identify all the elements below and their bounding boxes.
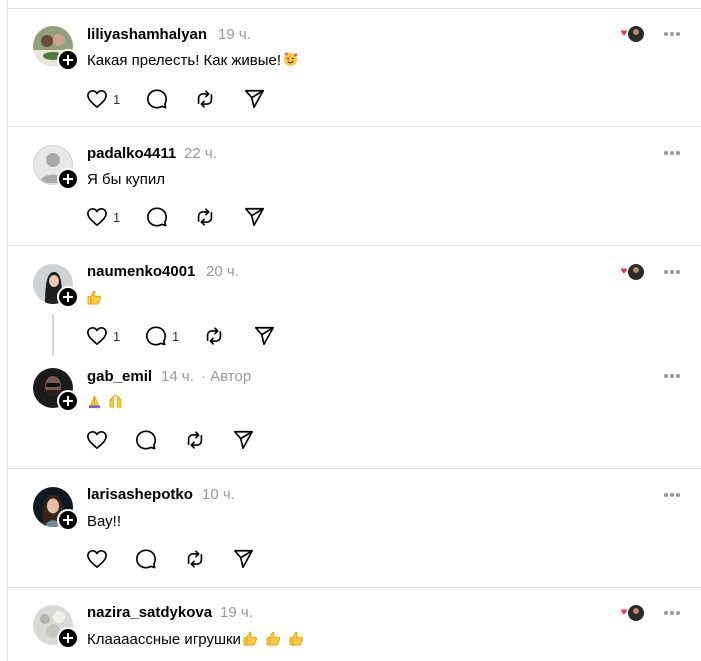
comment-text	[87, 394, 123, 411]
heart-icon	[87, 208, 107, 226]
divider	[8, 245, 701, 246]
reply-button[interactable]	[146, 87, 168, 111]
raising-hands-emoji	[109, 394, 122, 408]
follow-plus-icon[interactable]	[57, 390, 79, 412]
follow-plus-icon[interactable]	[57, 168, 79, 190]
divider	[8, 468, 701, 469]
thumbs-up-emoji	[289, 631, 303, 646]
more-icon[interactable]	[664, 374, 680, 378]
username[interactable]: nazira_satdykova	[87, 604, 212, 621]
reply-button[interactable]	[135, 547, 157, 571]
more-icon[interactable]	[664, 270, 680, 274]
like-count: 1	[113, 209, 121, 225]
liked-by-author-icon	[619, 263, 645, 281]
follow-plus-icon[interactable]	[57, 509, 79, 531]
repost-button[interactable]	[194, 205, 216, 229]
timestamp[interactable]: 14 ч.	[161, 368, 194, 385]
action-bar: 1	[86, 87, 286, 111]
divider	[8, 126, 701, 127]
repost-button[interactable]	[203, 324, 225, 348]
share-button[interactable]	[253, 324, 275, 348]
thumbs-up-emoji	[243, 631, 257, 646]
username[interactable]: larisashepotko	[87, 486, 193, 503]
reply-button[interactable]	[146, 205, 168, 229]
username[interactable]: naumenko4001	[87, 263, 195, 280]
timestamp[interactable]: 19 ч.	[220, 604, 253, 621]
like-count: 1	[113, 91, 121, 107]
heart-icon	[87, 431, 107, 449]
comment-text	[87, 290, 102, 307]
share-button[interactable]	[243, 87, 265, 111]
repost-icon	[197, 90, 213, 108]
thumbs-up-emoji	[87, 290, 101, 305]
comment-icon	[147, 89, 167, 109]
timestamp[interactable]: 20 ч.	[206, 263, 239, 280]
more-icon[interactable]	[664, 493, 680, 497]
action-bar	[86, 428, 286, 452]
username[interactable]: liliyashamhalyan	[87, 26, 207, 43]
like-button[interactable]: 1	[86, 205, 120, 229]
share-icon	[244, 89, 264, 109]
like-count: 1	[113, 328, 121, 344]
comment-icon	[136, 549, 156, 569]
share-button[interactable]	[232, 428, 254, 452]
follow-plus-icon[interactable]	[57, 49, 79, 71]
timestamp[interactable]: 10 ч.	[202, 486, 235, 503]
repost-icon	[187, 550, 203, 568]
username[interactable]: gab_emil	[87, 368, 152, 385]
heart-icon	[87, 90, 107, 108]
heart-icon	[87, 550, 107, 568]
repost-icon	[197, 208, 213, 226]
more-icon[interactable]	[664, 151, 680, 155]
action-bar: 1 1	[86, 324, 286, 348]
like-button[interactable]	[86, 428, 108, 452]
share-icon	[244, 207, 264, 227]
comment-icon	[147, 207, 167, 227]
repost-button[interactable]	[184, 547, 206, 571]
heart-icon	[87, 327, 107, 345]
reply-count: 1	[172, 328, 180, 344]
like-button[interactable]: 1	[86, 87, 120, 111]
timestamp[interactable]: 19 ч.	[218, 26, 251, 43]
comment-icon	[146, 326, 166, 346]
comment-text: Вау!!	[87, 513, 122, 530]
like-button[interactable]	[86, 547, 108, 571]
repost-icon	[187, 431, 203, 449]
action-bar: 1	[86, 205, 286, 229]
repost-icon	[206, 327, 222, 345]
author-label: · Автор	[201, 368, 252, 385]
timestamp[interactable]: 22 ч.	[184, 145, 217, 162]
share-button[interactable]	[243, 205, 265, 229]
share-icon	[233, 430, 253, 450]
comment-text: Какая прелесть! Как живые!	[87, 52, 298, 69]
divider	[8, 8, 701, 9]
follow-plus-icon[interactable]	[57, 286, 79, 308]
repost-button[interactable]	[194, 87, 216, 111]
comment-text: Я бы купил	[87, 171, 166, 188]
follow-plus-icon[interactable]	[57, 627, 79, 649]
repost-button[interactable]	[184, 428, 206, 452]
liked-by-author-icon	[619, 604, 645, 622]
smiling-face-with-hearts-emoji	[283, 52, 298, 67]
share-button[interactable]	[232, 547, 254, 571]
folded-hands-emoji	[88, 395, 101, 409]
divider	[8, 587, 701, 588]
action-bar	[86, 547, 286, 571]
comment-text: Клаааасcные игрушки	[87, 631, 304, 648]
reply-button[interactable]	[135, 428, 157, 452]
thread-line	[52, 314, 54, 356]
comment-icon	[136, 430, 156, 450]
username[interactable]: padalko4411	[87, 145, 176, 162]
thumbs-up-emoji	[266, 631, 280, 646]
more-icon[interactable]	[664, 32, 680, 36]
liked-by-author-icon	[619, 25, 645, 43]
like-button[interactable]: 1	[86, 324, 120, 348]
share-icon	[254, 326, 274, 346]
reply-button[interactable]: 1	[145, 324, 179, 348]
share-icon	[233, 549, 253, 569]
more-icon[interactable]	[664, 611, 680, 615]
